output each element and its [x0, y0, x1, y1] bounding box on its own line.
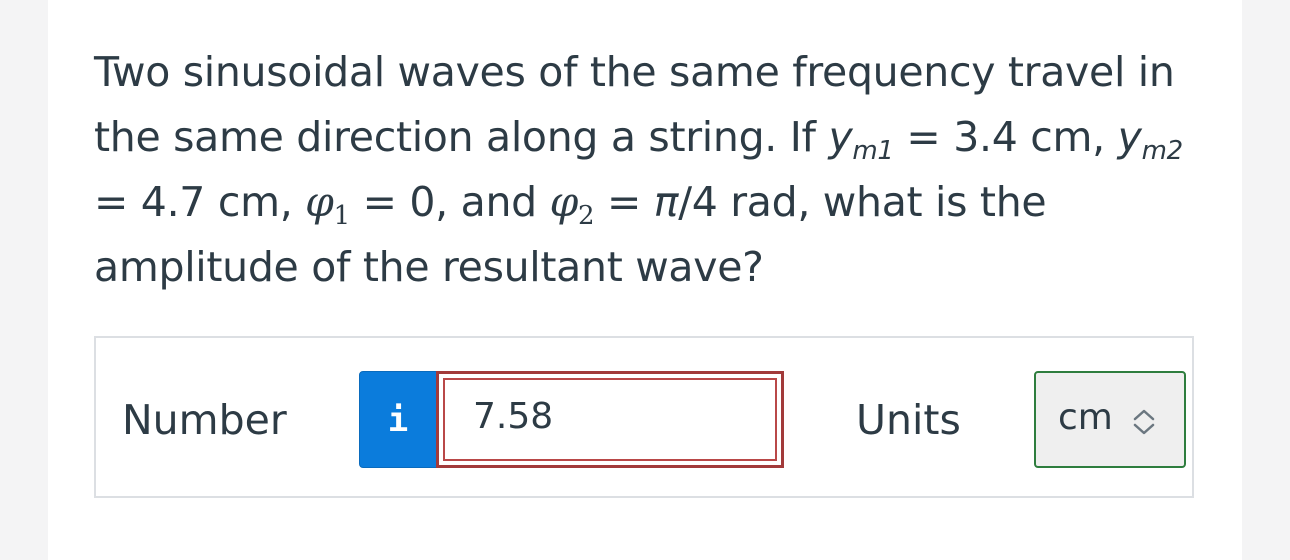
symbol-phi: φ	[305, 178, 334, 226]
subscript-m2: m2	[1141, 136, 1184, 166]
subscript-1: 1	[333, 201, 351, 231]
info-button[interactable]: i	[359, 371, 437, 468]
question-card: Two sinusoidal waves of the same frequen…	[48, 0, 1242, 560]
subscript-m1: m1	[852, 136, 894, 166]
question-text-part: = 3.4 cm,	[893, 113, 1118, 161]
units-select-value: cm	[1058, 397, 1113, 438]
question-text: Two sinusoidal waves of the same frequen…	[94, 40, 1204, 300]
number-input[interactable]: 7.58	[436, 371, 784, 468]
info-icon: i	[387, 399, 409, 440]
symbol-pi: π	[653, 178, 679, 226]
question-text-part: = 4.7 cm,	[94, 178, 306, 226]
units-label: Units	[856, 396, 961, 444]
question-text-part: =	[594, 178, 654, 226]
symbol-phi: φ	[549, 178, 579, 226]
units-select[interactable]: cm	[1034, 371, 1186, 468]
subscript-2: 2	[578, 201, 595, 231]
up-down-chevron-icon	[1133, 409, 1155, 435]
question-text-part: = 0, and	[349, 178, 550, 226]
symbol-y: y	[1117, 113, 1142, 161]
answer-box: Number i 7.58 Units cm	[94, 336, 1194, 498]
number-input-value: 7.58	[473, 396, 554, 437]
symbol-y: y	[828, 113, 853, 161]
number-label: Number	[122, 396, 287, 444]
